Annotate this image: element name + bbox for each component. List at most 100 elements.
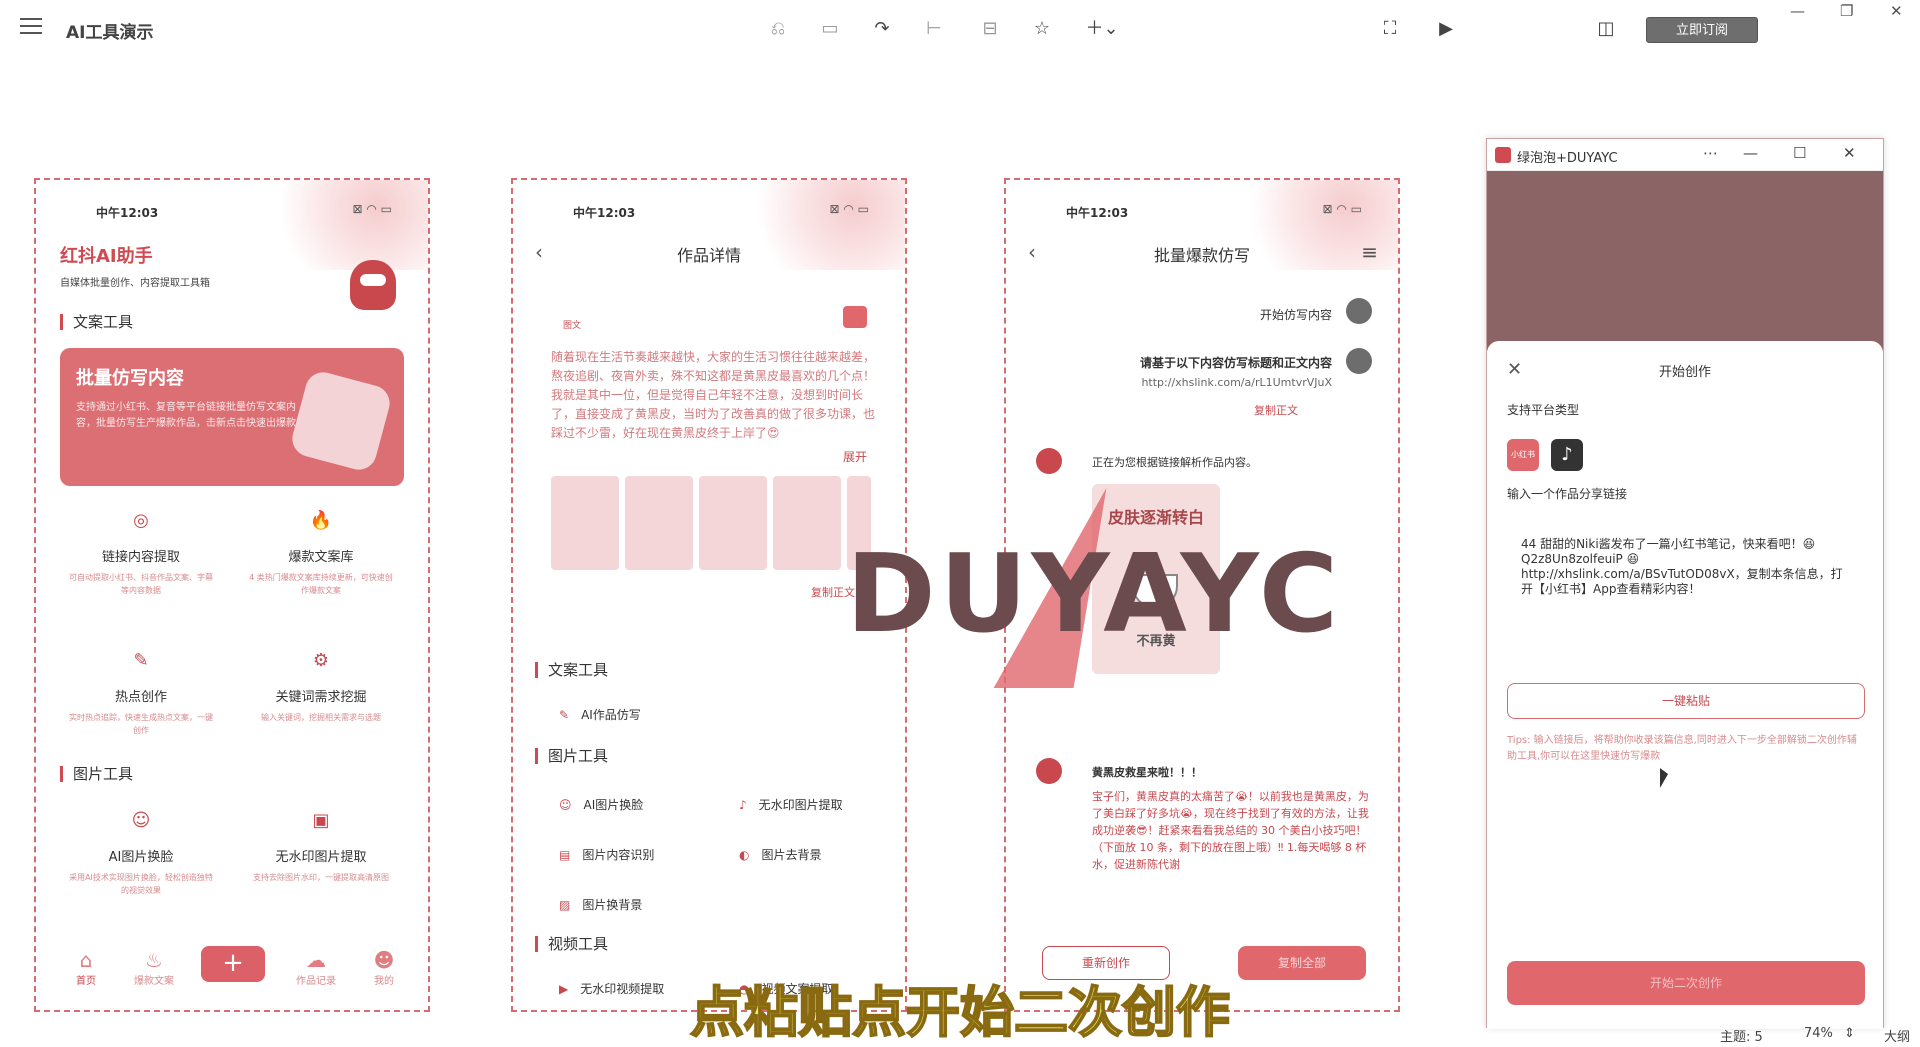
face-icon: ☺: [66, 810, 216, 838]
tool-watermark-free[interactable]: ▣ 无水印图片提取 支持去除图片水印，一键提取高清原图: [246, 810, 396, 884]
zoom-level[interactable]: 74%: [1804, 1026, 1833, 1041]
sheet-title: 开始创作: [1487, 361, 1883, 380]
tool-desc: 输入关键词，挖掘相关需求与选题: [246, 711, 396, 724]
outline-button[interactable]: 大纲: [1884, 1026, 1910, 1045]
xiaohongshu-icon[interactable]: 小红书: [1507, 439, 1539, 471]
tool-name: 爆款文案库: [246, 546, 396, 565]
image-icon: ♪: [739, 798, 747, 812]
present-icon[interactable]: ▶: [1434, 17, 1458, 41]
undo-icon[interactable]: ⎌: [766, 17, 790, 41]
user-message: 开始仿写内容: [1260, 306, 1332, 323]
mouse-cursor: [1660, 768, 1668, 788]
brand-subtitle: 自媒体批量创作、内容提取工具箱: [60, 274, 210, 289]
layout-icon[interactable]: ◫: [1594, 17, 1618, 41]
status-time: 中午12:03: [573, 204, 635, 221]
pen-icon: ✎: [66, 650, 216, 678]
item-replace-bg[interactable]: ▨图片换背景: [559, 896, 642, 913]
tips-text: Tips: 输入链接后，将帮助你收录该篇信息,同时进入下一步全部解锁二次创作辅助…: [1507, 733, 1865, 765]
thumbnail[interactable]: [699, 476, 767, 570]
reply-title-text: 黄黑皮救星来啦！！！: [1092, 766, 1202, 779]
image-thumbnails: [551, 476, 871, 570]
close-icon[interactable]: ✕: [1843, 144, 1856, 162]
theme-indicator[interactable]: 主题: 5: [1720, 1026, 1763, 1045]
item-label: AI图片换脸: [584, 798, 644, 812]
tool-desc: 采用AI技术实现图片换脸，轻松创造独特的视觉效果: [66, 871, 216, 897]
status-icons: ⊠ ◠ ▭: [1323, 202, 1363, 216]
tool-trending-create[interactable]: ✎ 热点创作 实时热点追踪，快速生成热点文案，一键创作: [66, 650, 216, 737]
thumbnail[interactable]: [551, 476, 619, 570]
tool-face-swap[interactable]: ☺ AI图片换脸 采用AI技术实现图片换脸，轻松创造独特的视觉效果: [66, 810, 216, 897]
section-copy-tools: 文案工具: [535, 662, 608, 678]
item-label: 无水印图片提取: [759, 798, 843, 812]
douyin-icon[interactable]: ♪: [1551, 439, 1583, 471]
minimize-icon[interactable]: —: [1743, 144, 1758, 162]
tool-keyword-mining[interactable]: ⚙ 关键词需求挖掘 输入关键词，挖掘相关需求与选题: [246, 650, 396, 724]
status-time: 中午12:03: [1066, 204, 1128, 221]
branch-icon[interactable]: ⊢: [922, 17, 946, 41]
thumbnail[interactable]: [773, 476, 841, 570]
watermark: DUYAYC: [846, 532, 1342, 657]
minimize-icon[interactable]: —: [1790, 2, 1805, 20]
cut-icon: ◐: [739, 848, 749, 862]
item-remove-bg[interactable]: ◐ 图片去背景: [739, 846, 822, 863]
zoom-stepper-icon[interactable]: ⇕: [1844, 1026, 1855, 1041]
item-label: AI作品仿写: [581, 708, 641, 722]
maximize-icon[interactable]: ☐: [1793, 144, 1806, 162]
expand-link[interactable]: 展开: [843, 448, 867, 465]
user-avatar: [1346, 348, 1372, 374]
user-message: 请基于以下内容仿写标题和正文内容: [1140, 354, 1332, 371]
dimmed-background: [1487, 171, 1883, 351]
item-label: 图片内容识别: [582, 848, 654, 862]
restore-icon[interactable]: ❐: [1840, 2, 1853, 20]
bot-message: 正在为您根据链接解析作品内容。: [1092, 454, 1372, 471]
phone-home-screen: 中午12:03 ⊠ ◠ ▭ 红抖AI助手 自媒体批量创作、内容提取工具箱 文案工…: [34, 178, 430, 1012]
top-toolbar: AI工具演示 ⎌ ▭ ↷ ⊢ ⊟ ☆ ＋⌄ ⛶ ▶ ◫ 立即订阅 — ❐ ✕: [0, 0, 1920, 60]
gear-icon: ⚙: [246, 650, 396, 678]
redo-icon[interactable]: ↷: [870, 17, 894, 41]
item-watermark-free[interactable]: ♪ 无水印图片提取: [739, 796, 843, 813]
section-image-tools: 图片工具: [60, 766, 133, 782]
bot-avatar: [1036, 448, 1062, 474]
page-title: 批量爆款仿写: [1006, 242, 1398, 266]
menu-icon[interactable]: [20, 18, 42, 36]
face-icon: ☺: [559, 798, 572, 812]
menu-icon[interactable]: ≡: [1361, 240, 1378, 264]
tool-hot-copy[interactable]: 🔥 爆款文案库 4 类热门爆款文案库持续更新，可快速创作爆款文案: [246, 510, 396, 597]
reply-body: 宝子们，黄黑皮真的太痛苦了😭！以前我也是黄黑皮，为了美白踩了好多坑😭，现在终于找…: [1092, 788, 1372, 912]
tool-name: 关键词需求挖掘: [246, 686, 396, 705]
scan-icon: ▤: [559, 848, 570, 862]
pen-icon: ✎: [559, 708, 569, 722]
section-copy-tools: 文案工具: [60, 314, 133, 330]
item-image-ocr[interactable]: ▤ 图片内容识别: [559, 846, 654, 863]
item-ai-rewrite[interactable]: ✎ AI作品仿写: [559, 706, 641, 723]
paste-button[interactable]: 一键粘贴: [1507, 683, 1865, 719]
subscribe-button[interactable]: 立即订阅: [1646, 17, 1758, 43]
article-text: 随着现在生活节奏越来越快，大家的生活习惯往往越来越差，熬夜追剧、夜宵外卖，殊不知…: [551, 348, 877, 443]
insert-dropdown-icon[interactable]: ＋⌄: [1082, 17, 1122, 41]
image-icon: ▣: [246, 810, 396, 838]
copy-body-link[interactable]: 复制正文: [1254, 402, 1298, 418]
share-link-input[interactable]: 44 甜甜的Niki酱发布了一篇小红书笔记，快来看吧！😆 Q2z8Un8zolf…: [1521, 537, 1851, 597]
star-icon[interactable]: ☆: [1030, 17, 1054, 41]
create-sheet: ✕ 开始创作 支持平台类型 小红书 ♪ 输入一个作品分享链接 44 甜甜的Nik…: [1487, 341, 1883, 1029]
wechat-miniapp-window: 绿泡泡+DUYAYC ⋯ — ☐ ✕ ✕ 开始创作 支持平台类型 小红书 ♪ 输…: [1486, 138, 1884, 1028]
item-label: 图片去背景: [761, 848, 821, 862]
batch-rewrite-card[interactable]: 批量仿写内容 支持通过小红书、复音等平台链接批量仿写文案内容，批量仿写生产爆款作…: [60, 348, 404, 486]
brand-title: 红抖AI助手: [60, 242, 153, 268]
node-icon[interactable]: ▭: [818, 17, 842, 41]
tool-name: 链接内容提取: [66, 546, 216, 565]
reply-title: 黄黑皮救星来啦！！！: [1092, 764, 1372, 781]
user-link[interactable]: http://xhslink.com/a/rL1UmtvrVJuX: [1141, 376, 1332, 389]
app-title: AI工具演示: [66, 18, 153, 43]
close-icon[interactable]: ✕: [1890, 2, 1903, 20]
thumbnail[interactable]: [625, 476, 693, 570]
section-video-tools: 视频工具: [535, 936, 608, 952]
window-title: 绿泡泡+DUYAYC: [1517, 147, 1618, 166]
item-face-swap[interactable]: ☺ AI图片换脸: [559, 796, 643, 813]
item-label: 图片换背景: [582, 898, 642, 912]
link-icon: ◎: [66, 510, 216, 538]
fullscreen-icon[interactable]: ⛶: [1378, 17, 1402, 41]
tool-link-extract[interactable]: ◎ 链接内容提取 可自动提取小红书、抖音作品文案、字幕等内容数据: [66, 510, 216, 597]
summary-icon[interactable]: ⊟: [978, 17, 1002, 41]
more-icon[interactable]: ⋯: [1703, 144, 1718, 162]
